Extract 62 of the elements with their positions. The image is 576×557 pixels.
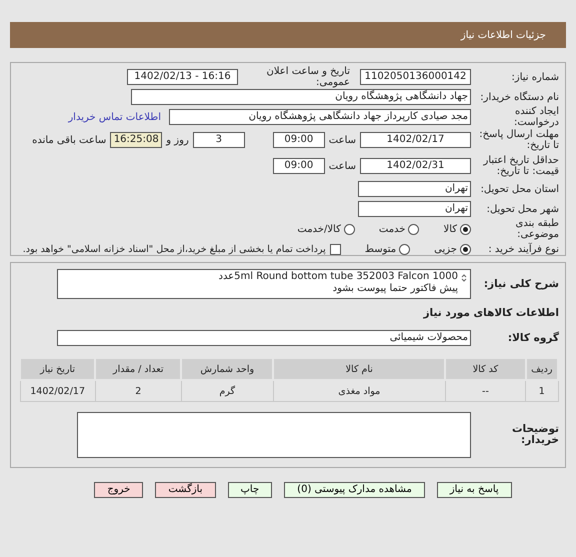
city-field: تهران <box>358 201 471 217</box>
process-radio[interactable]: متوسط <box>364 244 410 254</box>
column-header: تعداد / مقدار <box>95 358 182 380</box>
days-field: 3 <box>192 132 245 148</box>
column-header: تاریخ نیاز <box>20 358 96 380</box>
announce-date-field: 1402/02/13 - 16:16 <box>127 69 238 85</box>
creator-field: مجد صیادی کارپرداز جهاد دانشگاهی پژوهشگاه رویان <box>169 109 471 125</box>
process-radio[interactable]: جزیی <box>434 244 471 254</box>
province-field: تهران <box>358 181 471 197</box>
field-label: گروه کالا: <box>506 332 559 344</box>
action-button[interactable]: مشاهده مدارک پیوستی (0) <box>284 482 425 498</box>
field-label: روز و <box>166 134 189 146</box>
column-header: واحد شمارش <box>181 358 274 380</box>
field-label: حداقل تاریخ اعتبار قیمت: تا تاریخ: <box>482 155 559 177</box>
field-label: ساعت <box>328 160 356 172</box>
field-label: شهر محل تحویل: <box>486 204 559 214</box>
category-radio[interactable]: کالا <box>443 224 471 234</box>
category-radio[interactable]: خدمت <box>378 224 420 234</box>
table-cell: 1402/02/17 <box>20 380 96 402</box>
treasury-checkbox[interactable] <box>330 244 341 254</box>
validity-date-field: 1402/02/31 <box>360 158 471 174</box>
column-header: کد کالا <box>445 358 526 380</box>
field-label: نوع فرآیند خرید : <box>487 244 559 254</box>
treasury-label: پرداخت تمام یا بخشی از مبلغ خرید،از محل "اسناد خزانه اسلامی" خواهد بود. <box>22 244 326 254</box>
field-label: طبقه بندی موضوعی: <box>514 218 559 240</box>
table-cell: مواد مغذی <box>273 380 446 402</box>
field-label: ایجاد کننده درخواست: <box>513 106 559 128</box>
need-number-field: 1102050136000142 <box>360 69 471 85</box>
category-radio[interactable]: کالا/خدمت <box>297 224 355 234</box>
field-label: نام دستگاه خریدار: <box>479 92 559 102</box>
field-label: شرح کلی نیاز: <box>482 278 559 290</box>
field-label: ساعت <box>328 134 356 146</box>
action-button[interactable]: بازگشت <box>155 482 216 498</box>
validity-time-field: 09:00 <box>272 158 325 174</box>
scroll-arrows-icon <box>461 273 467 283</box>
field-label: استان محل تحویل: <box>480 184 559 194</box>
field-label: توضیحات خریدار: <box>510 424 559 446</box>
buyer-notes-field[interactable] <box>77 412 471 458</box>
action-button[interactable]: خروج <box>94 482 144 498</box>
page-title: جزئیات اطلاعات نیاز <box>460 30 546 40</box>
description-line: پیش فاکتور حتما پیوست بشود <box>332 283 458 295</box>
section-heading: اطلاعات کالاهای مورد نیاز <box>422 307 559 319</box>
field-label: مهلت ارسال پاسخ: تا تاریخ: <box>478 129 559 151</box>
column-header: ردیف <box>526 358 558 380</box>
goods-group-field: محصولات شیمیائی <box>57 330 471 346</box>
description-textarea[interactable]: 5ml Round bottom tube 352003 Falcon 1000عدد پیش فاکتور حتما پیوست بشود <box>57 269 471 299</box>
field-label: شماره نیاز: <box>510 72 559 82</box>
buyer-name-field: جهاد دانشگاهی پژوهشگاه رویان <box>131 89 471 105</box>
action-button[interactable]: چاپ <box>228 482 272 498</box>
table-cell: 2 <box>95 380 182 402</box>
table-cell: گرم <box>181 380 274 402</box>
table-cell: -- <box>445 380 526 402</box>
column-header: نام کالا <box>273 358 446 380</box>
field-label: تاریخ و ساعت اعلان عمومی: <box>265 66 350 88</box>
deadline-time-field: 09:00 <box>272 132 325 148</box>
action-button[interactable]: پاسخ به نیاز <box>436 482 512 498</box>
description-line: 5ml Round bottom tube 352003 Falcon 1000عدد <box>218 271 458 283</box>
remaining-time-field: 16:25:08 <box>110 132 162 148</box>
field-label: ساعت باقی مانده <box>32 134 106 146</box>
buyer-contact-link[interactable]: اطلاعات تماس خریدار <box>68 112 161 122</box>
table-cell: 1 <box>526 380 558 402</box>
deadline-date-field: 1402/02/17 <box>360 132 471 148</box>
